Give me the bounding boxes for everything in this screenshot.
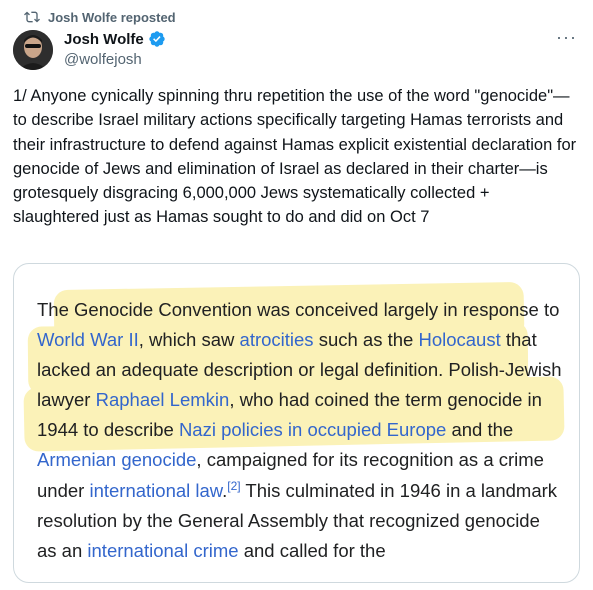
- excerpt-link[interactable]: Nazi policies in occupied Europe: [179, 419, 446, 440]
- excerpt-text: such as the: [313, 329, 419, 351]
- repost-label: Josh Wolfe reposted: [48, 9, 176, 25]
- excerpt-link[interactable]: Holocaust: [418, 329, 500, 350]
- excerpt-link[interactable]: World War II: [37, 329, 139, 350]
- excerpt-link[interactable]: Raphael Lemkin: [96, 389, 230, 410]
- author-row[interactable]: Josh Wolfe: [64, 30, 166, 48]
- excerpt-link[interactable]: Armenian genocide: [37, 449, 196, 470]
- avatar[interactable]: [13, 30, 53, 70]
- wikipedia-excerpt: The Genocide Convention was conceived la…: [37, 295, 562, 566]
- more-icon[interactable]: ···: [556, 28, 580, 48]
- verified-badge-icon[interactable]: [148, 30, 166, 48]
- excerpt-text: and the: [446, 419, 514, 441]
- excerpt-link[interactable]: atrocities: [240, 329, 314, 350]
- tweet-text: 1/ Anyone cynically spinning thru repeti…: [13, 87, 581, 227]
- excerpt-text: and called for the: [238, 539, 386, 561]
- excerpt-link[interactable]: [2]: [227, 478, 240, 492]
- excerpt-text: , which saw: [138, 329, 240, 351]
- excerpt-link[interactable]: international crime: [87, 540, 238, 561]
- quoted-image-card[interactable]: The Genocide Convention was conceived la…: [13, 263, 580, 583]
- repost-icon: [24, 11, 40, 23]
- avatar-image: [13, 30, 53, 70]
- repost-header[interactable]: Josh Wolfe reposted: [24, 8, 176, 26]
- excerpt-link[interactable]: international law: [89, 480, 222, 501]
- excerpt-text: The Genocide Convention was conceived la…: [37, 299, 560, 320]
- author-handle[interactable]: @wolfejosh: [64, 51, 142, 68]
- author-name[interactable]: Josh Wolfe: [64, 31, 144, 48]
